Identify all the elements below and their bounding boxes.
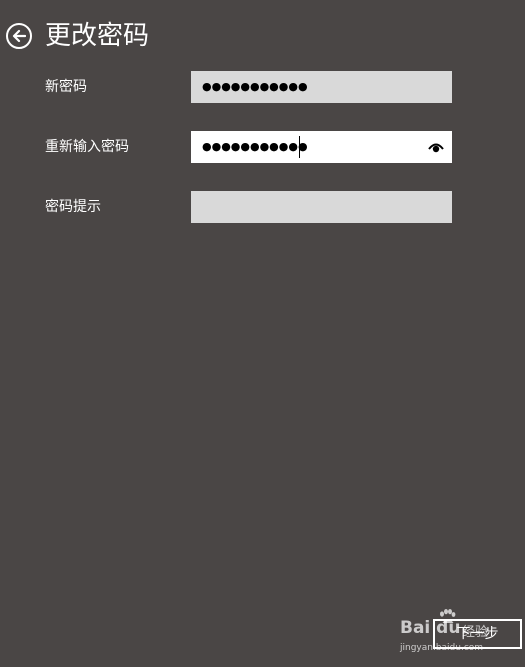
eye-icon[interactable] [428,141,444,153]
new-password-label: 新密码 [45,79,87,95]
next-button[interactable]: 下一步 [433,619,522,649]
page-title: 更改密码 [45,21,150,51]
new-password-masked-value: ●●●●●●●●●●● [202,80,308,93]
back-button[interactable] [6,23,32,49]
confirm-password-label: 重新输入密码 [45,139,129,155]
new-password-field[interactable]: ●●●●●●●●●●● [191,71,452,103]
confirm-password-field[interactable]: ●●●●●●●●●●● [191,131,452,163]
password-hint-label: 密码提示 [45,199,101,215]
back-arrow-icon [12,29,26,43]
password-hint-field[interactable] [191,191,452,223]
confirm-password-masked-value: ●●●●●●●●●●● [202,140,308,153]
text-caret [299,136,300,158]
